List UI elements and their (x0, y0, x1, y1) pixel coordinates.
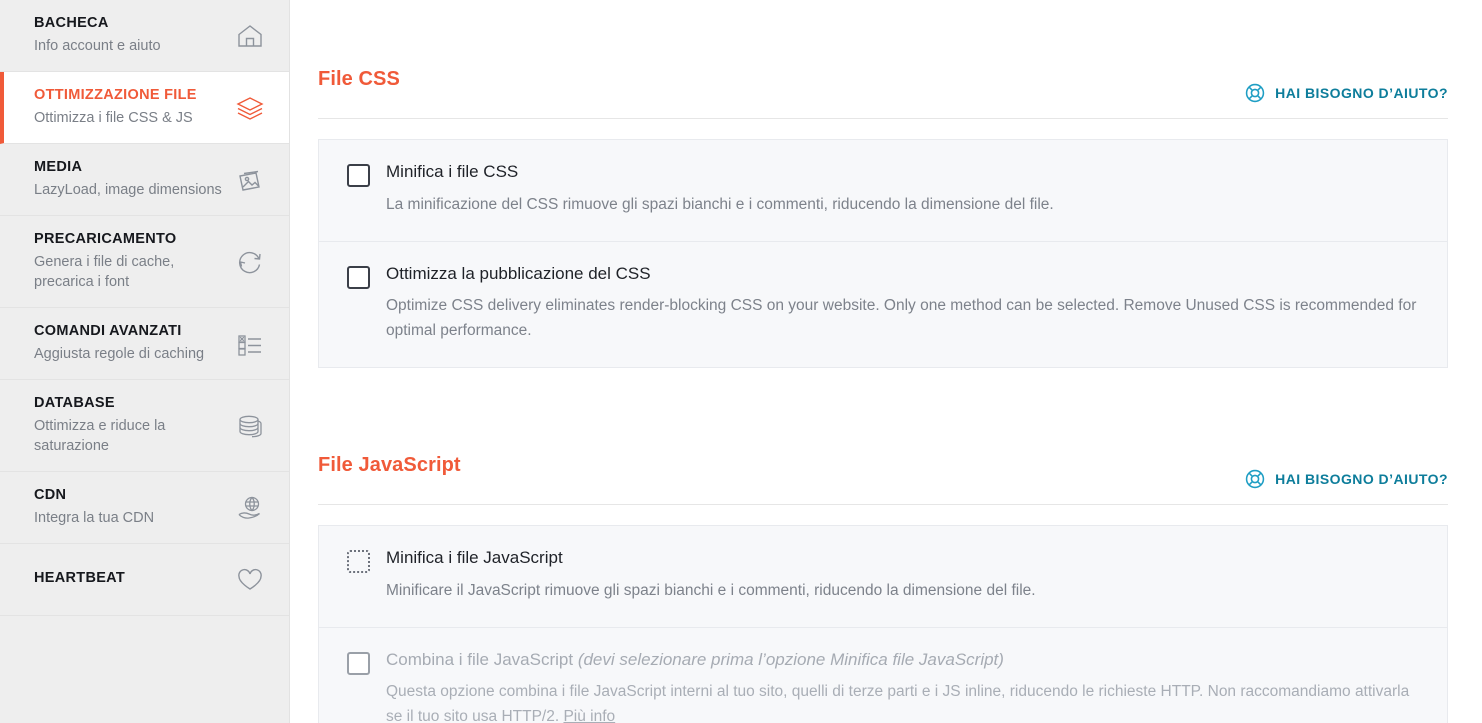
sidebar-item-subtitle: Ottimizza e riduce la saturazione (34, 417, 166, 455)
refresh-icon (233, 245, 267, 279)
sidebar-item-subtitle: Ottimizza i file CSS & JS (34, 110, 193, 127)
combine-javascript-description-text: Questa opzione combina i file JavaScript… (386, 683, 1410, 723)
sidebar-item-text: HEARTBEAT (34, 569, 233, 591)
options-panel-css: Minifica i file CSS La minificazione del… (318, 139, 1448, 369)
option-body: Minifica i file CSS La minificazione del… (386, 162, 1419, 217)
sidebar-item-text: CDN Integra la tua CDN (34, 486, 233, 528)
sidebar-item-media[interactable]: MEDIA LazyLoad, image dimensions (0, 144, 289, 216)
option-body: Ottimizza la pubblicazione del CSS Optim… (386, 264, 1419, 344)
sidebar-item-subtitle: Integra la tua CDN (34, 510, 155, 527)
minify-javascript-description: Minificare il JavaScript rimuove gli spa… (386, 581, 1036, 599)
checklist-icon (233, 327, 267, 361)
sidebar-item-subtitle: LazyLoad, image dimensions (34, 182, 222, 199)
lifebuoy-icon (1244, 82, 1266, 104)
database-icon (233, 409, 267, 443)
section-file-javascript: File JavaScript HAI BISOGNO D’AIUTO? Min… (318, 390, 1448, 723)
minify-css-checkbox[interactable] (347, 164, 370, 188)
layers-icon (233, 91, 267, 125)
sidebar-item-title: HEARTBEAT (34, 569, 126, 586)
minify-javascript-checkbox[interactable] (347, 550, 370, 574)
combine-javascript-label[interactable]: Combina i file JavaScript (devi selezion… (386, 650, 1419, 670)
sidebar-item-title: CDN (34, 487, 67, 504)
optimize-css-delivery-label[interactable]: Ottimizza la pubblicazione del CSS (386, 264, 1419, 284)
section-file-css: File CSS HAI BISOGNO D’AIUTO? Minifica i… (318, 0, 1448, 369)
sidebar-item-subtitle: Info account e aiuto (34, 38, 161, 55)
sidebar-item-ottimizzazione-file[interactable]: OTTIMIZZAZIONE FILE Ottimizza i file CSS… (0, 72, 289, 144)
section-header: File CSS HAI BISOGNO D’AIUTO? (318, 0, 1448, 120)
section-title-javascript: File JavaScript (318, 453, 461, 476)
globe-hand-icon (233, 491, 267, 525)
sidebar-item-title: DATABASE (34, 395, 115, 411)
sidebar-item-database[interactable]: DATABASE Ottimizza e riduce la saturazio… (0, 380, 289, 472)
more-info-link[interactable]: Più info (563, 708, 615, 723)
minify-javascript-label[interactable]: Minifica i file JavaScript (386, 548, 1419, 568)
option-body: Minifica i file JavaScript Minificare il… (386, 548, 1419, 603)
option-row-minify-css: Minifica i file CSS La minificazione del… (319, 140, 1447, 241)
sidebar-item-comandi-avanzati[interactable]: COMANDI AVANZATI Aggiusta regole di cach… (0, 308, 289, 380)
sidebar-item-text: COMANDI AVANZATI Aggiusta regole di cach… (34, 322, 233, 364)
sidebar-item-heartbeat[interactable]: HEARTBEAT (0, 544, 289, 616)
sidebar-item-cdn[interactable]: CDN Integra la tua CDN (0, 472, 289, 544)
section-header: File JavaScript HAI BISOGNO D’AIUTO? (318, 390, 1448, 506)
sidebar-item-title: MEDIA (34, 159, 83, 176)
sidebar-item-bacheca[interactable]: BACHECA Info account e aiuto (0, 0, 289, 72)
minify-css-description: La minificazione del CSS rimuove gli spa… (386, 195, 1054, 213)
sidebar-item-title: BACHECA (34, 15, 109, 32)
minify-css-label[interactable]: Minifica i file CSS (386, 162, 1419, 182)
combine-javascript-checkbox[interactable] (347, 651, 370, 675)
optimize-css-delivery-description: Optimize CSS delivery eliminates render-… (386, 297, 1417, 340)
lifebuoy-icon (1244, 468, 1266, 490)
sidebar-item-title: OTTIMIZZAZIONE FILE (34, 87, 197, 104)
heart-icon (233, 563, 267, 597)
combine-javascript-label-hint: (devi selezionare prima l’opzione Minifi… (577, 649, 1004, 669)
option-row-minify-javascript: Minifica i file JavaScript Minificare il… (319, 526, 1447, 627)
option-row-combine-javascript: Combina i file JavaScript (devi selezion… (319, 626, 1447, 723)
sidebar-item-subtitle: Aggiusta regole di caching (34, 346, 205, 363)
home-icon (233, 19, 267, 53)
combine-javascript-description: Questa opzione combina i file JavaScript… (386, 679, 1419, 723)
sidebar-item-text: PRECARICAMENTO Genera i file di cache, p… (34, 230, 233, 293)
optimize-css-delivery-checkbox[interactable] (347, 265, 370, 289)
options-panel-javascript: Minifica i file JavaScript Minificare il… (318, 525, 1448, 723)
images-icon (233, 163, 267, 197)
sidebar-nav: BACHECA Info account e aiuto OTTIMIZZAZI… (0, 0, 290, 723)
main-content: File CSS HAI BISOGNO D’AIUTO? Minifica i… (290, 0, 1482, 723)
sidebar-item-subtitle: Genera i file di cache, precarica i font (34, 253, 175, 291)
combine-javascript-label-text: Combina i file JavaScript (386, 649, 578, 669)
option-body: Combina i file JavaScript (devi selezion… (386, 650, 1419, 723)
help-link-label: HAI BISOGNO D’AIUTO? (1275, 471, 1448, 488)
wp-rocket-file-optimization-screen: BACHECA Info account e aiuto OTTIMIZZAZI… (0, 0, 1482, 723)
help-link[interactable]: HAI BISOGNO D’AIUTO? (1244, 468, 1448, 491)
sidebar-item-text: DATABASE Ottimizza e riduce la saturazio… (34, 394, 233, 457)
sidebar-item-title: COMANDI AVANZATI (34, 323, 182, 340)
help-link[interactable]: HAI BISOGNO D’AIUTO? (1244, 82, 1448, 105)
sidebar-item-title: PRECARICAMENTO (34, 231, 177, 247)
sidebar-item-text: OTTIMIZZAZIONE FILE Ottimizza i file CSS… (34, 86, 233, 128)
help-link-label: HAI BISOGNO D’AIUTO? (1275, 85, 1448, 102)
page-title: File CSS (318, 67, 400, 90)
sidebar-item-precaricamento[interactable]: PRECARICAMENTO Genera i file di cache, p… (0, 216, 289, 308)
sidebar-item-text: BACHECA Info account e aiuto (34, 14, 233, 56)
sidebar-item-text: MEDIA LazyLoad, image dimensions (34, 158, 233, 200)
option-row-optimize-css-delivery: Ottimizza la pubblicazione del CSS Optim… (319, 240, 1447, 368)
